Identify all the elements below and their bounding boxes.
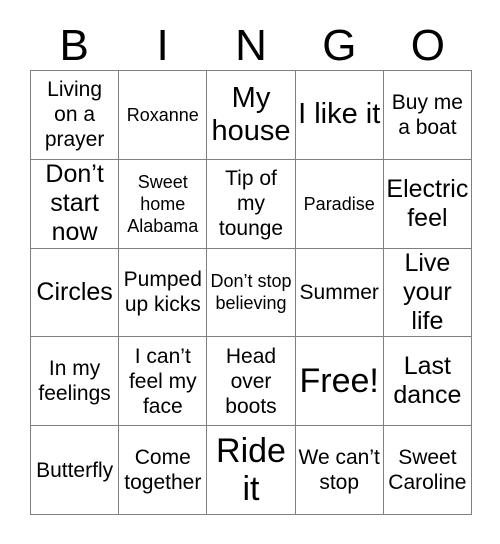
bingo-cell-r5c4[interactable]: We can’t stop bbox=[295, 426, 384, 515]
bingo-cell-r1c1[interactable]: Living on a prayer bbox=[31, 71, 120, 160]
bingo-cell-r4c2[interactable]: I can’t feel my face bbox=[119, 337, 208, 427]
bingo-cell-r4c3[interactable]: Head over boots bbox=[207, 337, 296, 427]
bingo-cell-label: Butterfly bbox=[36, 458, 114, 482]
bingo-cell-label: Buy me a boat bbox=[391, 90, 463, 139]
header-letter-n: N bbox=[235, 21, 267, 70]
bingo-header: B I N G O bbox=[30, 14, 472, 70]
bingo-cell-label: Live your life bbox=[403, 249, 452, 335]
bingo-cell-label: Don’t stop believing bbox=[210, 271, 292, 314]
bingo-cell-r1c4[interactable]: I like it bbox=[295, 71, 384, 160]
bingo-cell-label: My house bbox=[211, 81, 291, 147]
bingo-cell-label: Roxanne bbox=[126, 104, 199, 125]
bingo-cell-label: Head over boots bbox=[225, 344, 277, 418]
bingo-cell-label: Sweet Caroline bbox=[388, 446, 467, 495]
bingo-cell-label: Electric feel bbox=[386, 174, 469, 232]
bingo-cell-label: Come together bbox=[124, 446, 202, 495]
bingo-cell-r2c3[interactable]: Tip of my tounge bbox=[207, 159, 296, 249]
bingo-cell-label: Paradise bbox=[303, 193, 375, 214]
bingo-cell-label: I can’t feel my face bbox=[128, 344, 197, 418]
bingo-cell-label: Tip of my tounge bbox=[218, 167, 284, 241]
header-letter-g: G bbox=[322, 21, 357, 70]
bingo-cell-r2c5[interactable]: Electric feel bbox=[383, 159, 472, 249]
header-letter-o: O bbox=[410, 21, 445, 70]
bingo-cell-r1c5[interactable]: Buy me a boat bbox=[383, 71, 472, 160]
bingo-cell-label: Last dance bbox=[393, 352, 462, 410]
bingo-cell-label: Summer bbox=[299, 280, 379, 304]
bingo-cell-r1c2[interactable]: Roxanne bbox=[119, 71, 208, 160]
bingo-cell-r2c2[interactable]: Sweet home Alabama bbox=[119, 159, 208, 249]
bingo-cell-label: I like it bbox=[298, 98, 381, 131]
bingo-cell-r3c5[interactable]: Live your life bbox=[383, 248, 472, 338]
bingo-cell-r2c4[interactable]: Paradise bbox=[295, 159, 384, 249]
bingo-cell-label: Free! bbox=[299, 362, 379, 401]
bingo-cell-r3c2[interactable]: Pumped up kicks bbox=[119, 248, 208, 338]
bingo-cell-label: Ride it bbox=[216, 432, 286, 509]
bingo-cell-label: Pumped up kicks bbox=[123, 268, 202, 317]
bingo-cell-r4c1[interactable]: In my feelings bbox=[31, 337, 120, 427]
header-letter-b: B bbox=[59, 21, 89, 70]
bingo-cell-r5c5[interactable]: Sweet Caroline bbox=[383, 426, 472, 515]
bingo-cell-r3c1[interactable]: Circles bbox=[31, 248, 120, 338]
bingo-card: B I N G O Living on a prayer Roxanne My … bbox=[0, 0, 500, 544]
bingo-cell-r1c3[interactable]: My house bbox=[207, 71, 296, 160]
bingo-grid: Living on a prayer Roxanne My house I li… bbox=[30, 70, 472, 515]
bingo-cell-r4c5[interactable]: Last dance bbox=[383, 337, 472, 427]
bingo-cell-r3c3[interactable]: Don’t stop believing bbox=[207, 248, 296, 338]
bingo-cell-r5c1[interactable]: Butterfly bbox=[31, 426, 120, 515]
header-letter-i: I bbox=[156, 21, 169, 70]
bingo-cell-label: Living on a prayer bbox=[44, 78, 105, 152]
bingo-cell-label: We can’t stop bbox=[298, 446, 380, 495]
bingo-cell-r3c4[interactable]: Summer bbox=[295, 248, 384, 338]
bingo-cell-r2c1[interactable]: Don’t start now bbox=[31, 159, 120, 249]
bingo-cell-label: Don’t start now bbox=[45, 160, 104, 247]
bingo-cell-free[interactable]: Free! bbox=[295, 337, 384, 427]
bingo-cell-r5c3[interactable]: Ride it bbox=[207, 426, 296, 515]
bingo-cell-label: Circles bbox=[36, 277, 113, 306]
bingo-cell-r5c2[interactable]: Come together bbox=[119, 426, 208, 515]
bingo-cell-label: Sweet home Alabama bbox=[127, 171, 199, 236]
bingo-cell-label: In my feelings bbox=[38, 357, 111, 406]
